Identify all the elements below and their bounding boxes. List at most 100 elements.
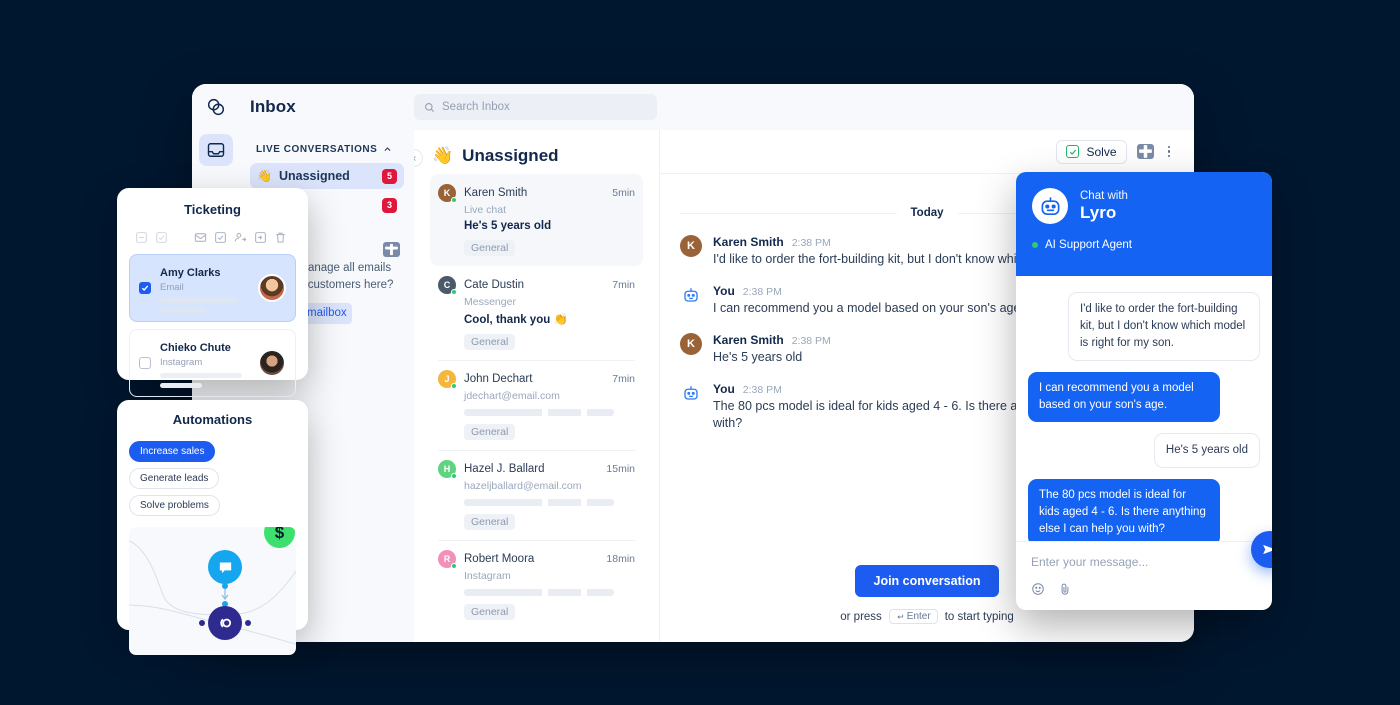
ticket-preview-redacted [160, 308, 206, 313]
tag-badge: General [464, 240, 516, 256]
tag-badge: General [464, 334, 516, 350]
delete-icon[interactable] [274, 231, 287, 244]
archive-icon[interactable] [254, 231, 267, 244]
chevron-up-icon [384, 147, 391, 151]
tidio-logo-icon [207, 98, 225, 116]
kebab-menu-icon [1167, 154, 1170, 158]
chip-solve-problems[interactable]: Solve problems [129, 495, 220, 516]
channel-label: hazeljballard@email.com [464, 480, 582, 492]
folder-item-unassigned[interactable]: 👋 Unassigned 5 [250, 163, 404, 189]
timestamp: 2:38 PM [791, 237, 831, 249]
contact-name: Karen Smith [464, 187, 528, 199]
contact-name: John Dechart [464, 373, 533, 385]
list-item[interactable]: J John Dechart 7min jdechart@email.com G… [430, 360, 643, 450]
app-logo[interactable] [192, 84, 240, 130]
select-box-icon[interactable] [135, 231, 148, 244]
connector-dot-icon [199, 620, 205, 626]
assign-user-icon[interactable] [234, 231, 247, 244]
lyro-chat-with-label: Chat with [1080, 189, 1128, 202]
mail-plus-icon[interactable] [383, 242, 400, 257]
message-author: Karen Smith [713, 235, 784, 249]
connector-dot-icon [222, 583, 228, 589]
message-author: You [713, 381, 735, 396]
list-item[interactable]: C Cate Dustin 7min Messenger Cool, thank… [430, 266, 643, 360]
join-conversation-button[interactable]: Join conversation [854, 565, 1000, 597]
lyro-message-input[interactable]: Enter your message... [1031, 555, 1257, 569]
kebab-menu-button[interactable] [1164, 144, 1175, 160]
tag-badge: General [464, 604, 516, 620]
lyro-message-list: I'd like to order the fort-building kit,… [1016, 276, 1272, 541]
automation-flow-canvas[interactable]: $ [129, 527, 296, 655]
channel-label: Instagram [464, 570, 511, 582]
ai-node[interactable] [208, 606, 242, 640]
chat-bubble-inbound: He's 5 years old [1153, 433, 1260, 469]
avatar-initial: C [443, 280, 451, 290]
list-item[interactable]: K Karen Smith 5min Live chat He's 5 year… [430, 174, 643, 266]
kebab-menu-icon [1167, 150, 1170, 153]
list-item-header: C Cate Dustin 7min [438, 276, 635, 295]
solve-button[interactable]: Solve [1056, 139, 1127, 164]
header-wave-decoration [1016, 259, 1272, 275]
ticket-row[interactable]: Amy Clarks Email [129, 254, 296, 322]
robot-icon [684, 385, 698, 400]
avatar-initial: K [687, 337, 695, 350]
ticket-preview-redacted [160, 373, 242, 378]
flow-curves-decoration [129, 540, 296, 645]
chip-increase-sales[interactable]: Increase sales [129, 441, 216, 462]
avatar [258, 274, 286, 302]
dollar-icon: $ [274, 527, 285, 542]
lyro-identity: Chat with Lyro [1032, 188, 1256, 224]
ticket-row[interactable]: Chieko Chute Instagram [129, 329, 296, 397]
search-input[interactable]: Search Inbox [414, 94, 657, 120]
ticket-preview-redacted [160, 383, 202, 388]
list-item-header: R Robert Moora 18min [438, 550, 635, 569]
send-icon [1263, 544, 1272, 555]
list-item-header: K Karen Smith 5min [438, 184, 635, 203]
ticket-contact-name: Amy Clarks [160, 267, 221, 279]
timestamp: 18min [606, 553, 635, 565]
chat-node[interactable] [208, 550, 242, 584]
folders-section-header[interactable]: LIVE CONVERSATIONS [250, 140, 404, 163]
chip-generate-leads[interactable]: Generate leads [129, 468, 220, 489]
avatar: R [438, 550, 457, 569]
check-box-icon[interactable] [155, 231, 168, 244]
enter-key-chip: Enter [888, 609, 938, 624]
mark-solved-icon[interactable] [214, 231, 227, 244]
avatar-bot [680, 284, 702, 306]
sidebar-item-inbox[interactable] [199, 134, 233, 166]
timestamp: 2:38 PM [742, 383, 782, 396]
lyro-composer-tools [1031, 582, 1257, 596]
message-preview: Cool, thank you 👏 [464, 314, 568, 326]
add-ticket-button[interactable] [1136, 144, 1154, 159]
online-dot-icon [451, 473, 457, 479]
emoji-icon[interactable] [1031, 582, 1045, 596]
list-item[interactable]: R Robert Moora 18min Instagram General [430, 540, 643, 630]
ticket-checkbox[interactable] [139, 357, 151, 369]
conversation-list-title: Unassigned [462, 146, 559, 165]
message-author: You [713, 283, 735, 298]
lyro-bot-name: Lyro [1080, 202, 1117, 222]
ticket-checkbox[interactable] [139, 282, 151, 294]
folders-section-label: LIVE CONVERSATIONS [256, 144, 378, 155]
timestamp: 7min [612, 279, 635, 291]
avatar-initial: K [687, 240, 695, 252]
timestamp: 5min [612, 187, 635, 199]
avatar: K [438, 184, 457, 203]
card-title: Ticketing [184, 202, 241, 217]
avatar-initial: R [443, 554, 451, 564]
check-square-icon [1066, 145, 1080, 158]
attachment-icon[interactable] [1058, 582, 1072, 596]
check-icon [141, 285, 149, 291]
avatar-initial: K [443, 188, 451, 198]
robot-icon [1041, 196, 1059, 215]
message-preview-redacted [464, 409, 614, 416]
collapse-panel-button[interactable] [414, 149, 423, 167]
screenshot-stage: Inbox Search Inbox LIVE CONVERSATIONS 👋 … [0, 0, 1400, 705]
timestamp: 15min [606, 463, 635, 475]
card-title: Automations [172, 412, 253, 427]
enter-key-label: Enter [906, 611, 931, 622]
list-item[interactable]: H Hazel J. Ballard 15min hazeljballard@e… [430, 450, 643, 540]
mark-unread-icon[interactable] [194, 231, 207, 244]
chat-bubble-icon [219, 562, 231, 573]
channel-label: jdechart@email.com [464, 390, 560, 402]
